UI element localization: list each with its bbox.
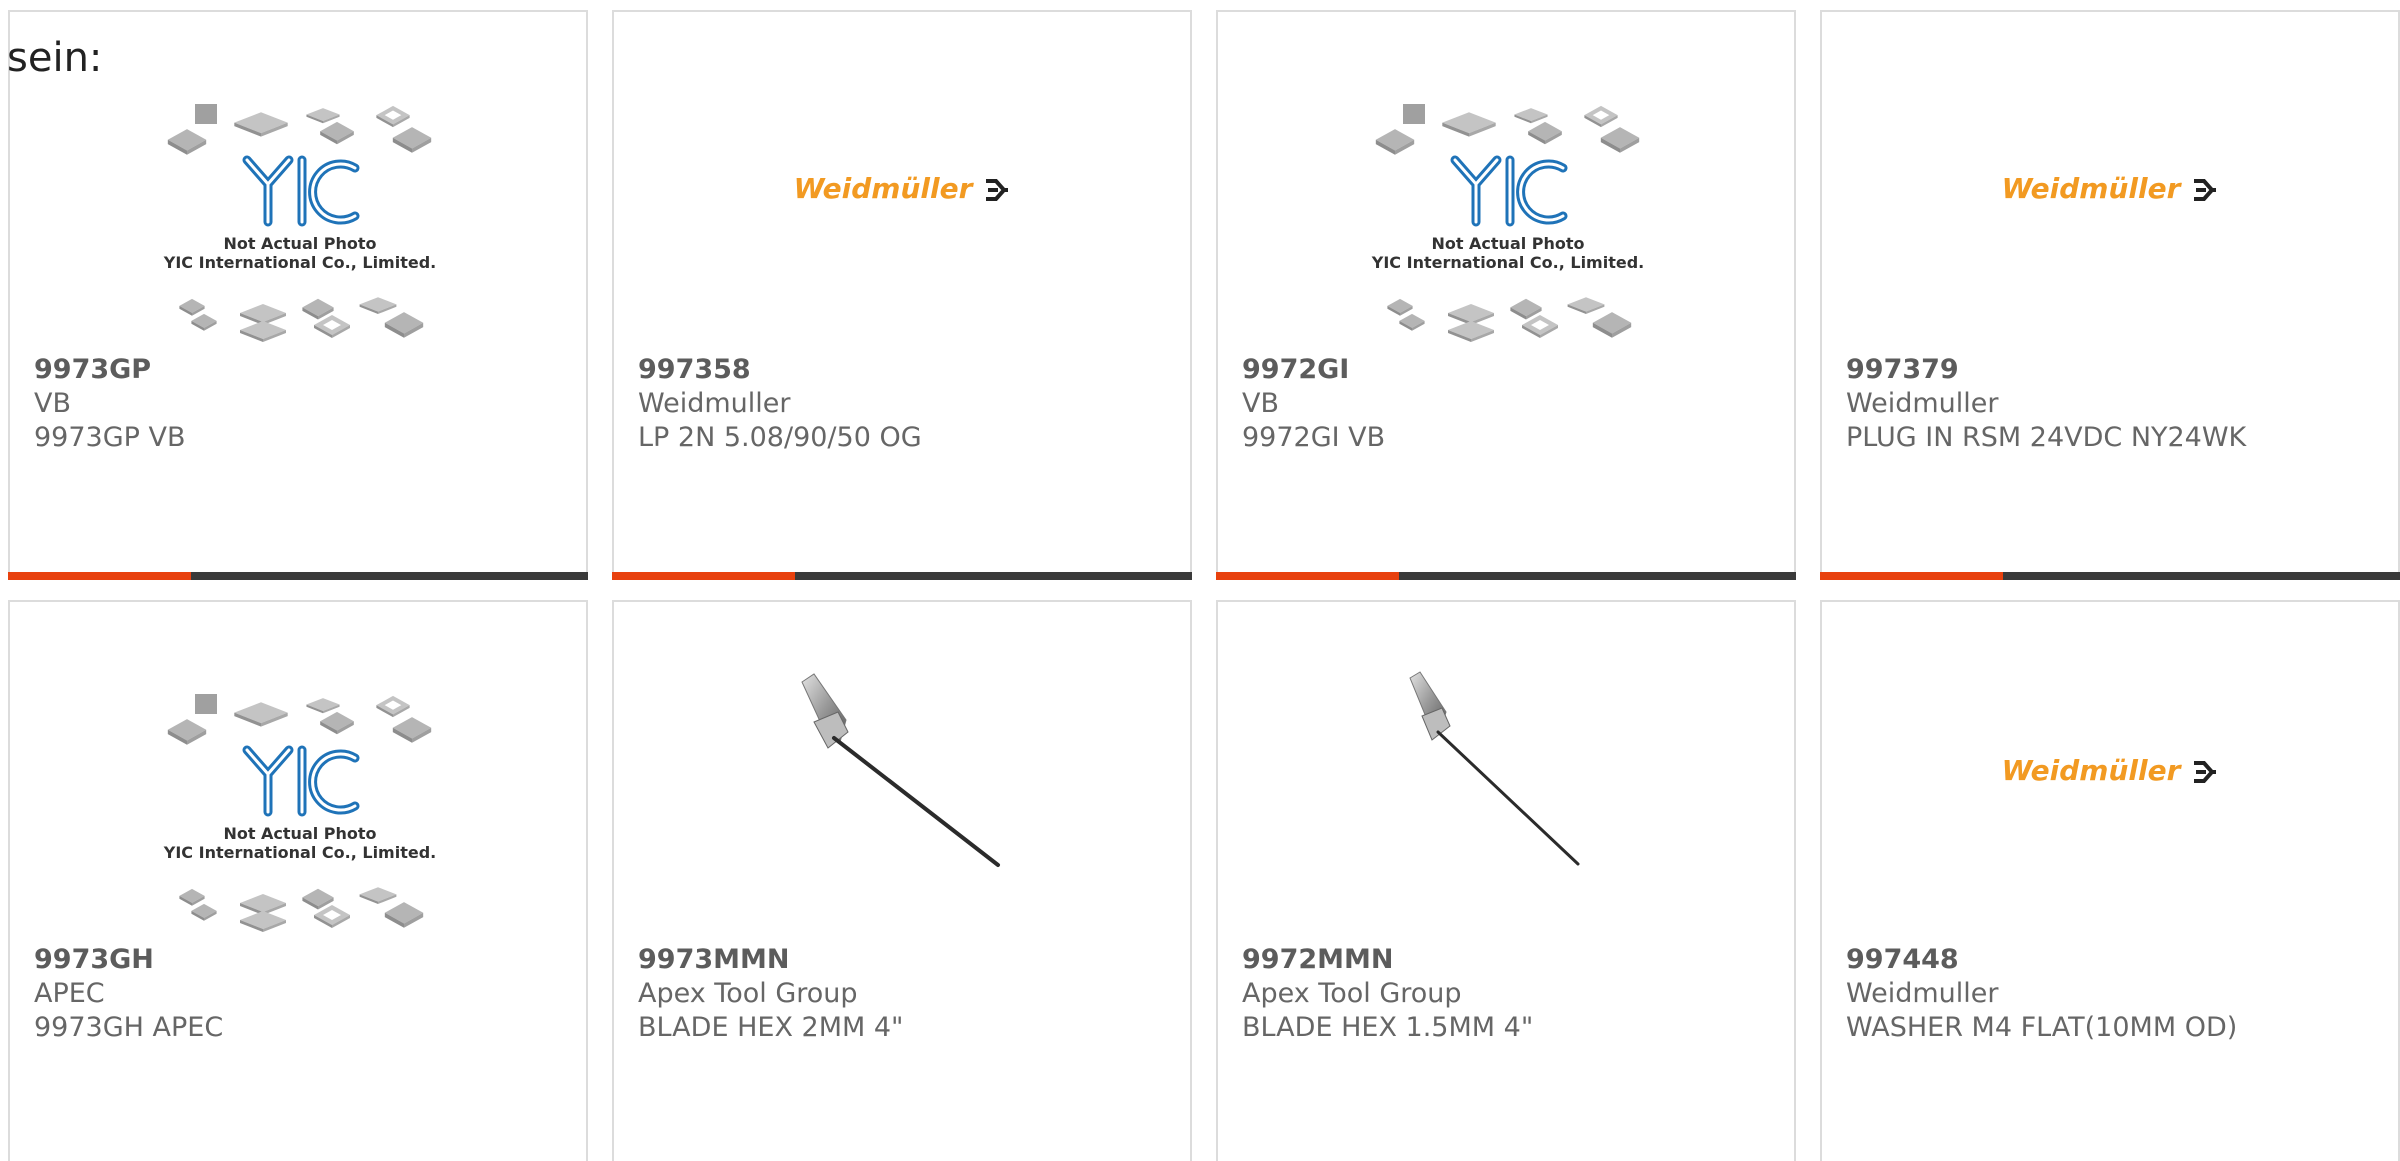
product-image-hex-blade: [614, 602, 1190, 947]
product-info: 9973MMN Apex Tool Group BLADE HEX 2MM 4": [638, 943, 1180, 1045]
lead-text: sein:: [7, 35, 103, 81]
weidmuller-logo-icon: Weidmüller: [614, 172, 1190, 205]
part-number[interactable]: 9973MMN: [638, 943, 1180, 977]
product-image-yic: Not Actual Photo YIC International Co., …: [10, 602, 586, 947]
svg-text:Not Actual Photo: Not Actual Photo: [223, 234, 376, 253]
svg-text:YIC International Co., Limited: YIC International Co., Limited.: [1371, 253, 1644, 272]
description: PLUG IN RSM 24VDC NY24WK: [1846, 422, 2247, 453]
part-number[interactable]: 9972MMN: [1242, 943, 1784, 977]
svg-text:Not Actual Photo: Not Actual Photo: [1431, 234, 1584, 253]
description: BLADE HEX 2MM 4": [638, 1012, 904, 1043]
card-accent-bar: [612, 572, 1192, 580]
weidmuller-logo-icon: Weidmüller: [1822, 754, 2398, 787]
card-accent-bar: [1820, 572, 2400, 580]
part-number[interactable]: 9972GI: [1242, 353, 1784, 387]
product-info: 997379 Weidmuller PLUG IN RSM 24VDC NY24…: [1846, 353, 2388, 455]
product-image-weidmuller: Weidmüller: [1822, 12, 2398, 357]
product-card[interactable]: 9973MMN Apex Tool Group BLADE HEX 2MM 4": [612, 600, 1192, 1161]
brand: APEC: [34, 978, 105, 1009]
svg-text:Not Actual Photo: Not Actual Photo: [223, 824, 376, 843]
part-number[interactable]: 997358: [638, 353, 1180, 387]
product-info: 997448 Weidmuller WASHER M4 FLAT(10MM OD…: [1846, 943, 2388, 1045]
svg-text:YIC International Co., Limited: YIC International Co., Limited.: [163, 843, 436, 862]
part-number[interactable]: 9973GH: [34, 943, 576, 977]
product-info: 9973GH APEC 9973GH APEC: [34, 943, 576, 1045]
part-number[interactable]: 997379: [1846, 353, 2388, 387]
product-card[interactable]: Not Actual Photo YIC International Co., …: [8, 10, 588, 580]
product-info: 9972GI VB 9972GI VB: [1242, 353, 1784, 455]
weidmuller-logo-icon: Weidmüller: [1822, 172, 2398, 205]
description: 9973GH APEC: [34, 1012, 224, 1043]
product-info: 9973GP VB 9973GP VB: [34, 353, 576, 455]
product-image-weidmuller: Weidmüller: [1822, 602, 2398, 947]
product-card[interactable]: Not Actual Photo YIC International Co., …: [8, 600, 588, 1161]
brand: VB: [34, 388, 71, 419]
product-info: 997358 Weidmuller LP 2N 5.08/90/50 OG: [638, 353, 1180, 455]
brand: Weidmuller: [1846, 978, 1999, 1009]
yic-placeholder-icon: Not Actual Photo YIC International Co., …: [163, 694, 436, 932]
card-accent-bar: [1216, 572, 1796, 580]
description: 9973GP VB: [34, 422, 186, 453]
description: WASHER M4 FLAT(10MM OD): [1846, 1012, 2238, 1043]
description: LP 2N 5.08/90/50 OG: [638, 422, 922, 453]
description: BLADE HEX 1.5MM 4": [1242, 1012, 1534, 1043]
product-card[interactable]: Not Actual Photo YIC International Co., …: [1216, 10, 1796, 580]
brand: VB: [1242, 388, 1279, 419]
brand: Weidmuller: [638, 388, 791, 419]
product-card[interactable]: 9972MMN Apex Tool Group BLADE HEX 1.5MM …: [1216, 600, 1796, 1161]
card-accent-bar: [8, 572, 588, 580]
product-card[interactable]: Weidmüller 997358 Weidmuller LP 2N 5.08/…: [612, 10, 1192, 580]
product-info: 9972MMN Apex Tool Group BLADE HEX 1.5MM …: [1242, 943, 1784, 1045]
product-grid-page: sein: Not Actual Photo YIC International…: [0, 0, 2400, 1161]
brand: Apex Tool Group: [1242, 978, 1462, 1009]
product-image-weidmuller: Weidmüller: [614, 12, 1190, 357]
product-card[interactable]: Weidmüller 997379 Weidmuller PLUG IN RSM…: [1820, 10, 2400, 580]
hex-blade-icon: [801, 673, 1000, 867]
product-image-hex-blade: [1218, 602, 1794, 947]
brand: Weidmuller: [1846, 388, 1999, 419]
brand: Apex Tool Group: [638, 978, 858, 1009]
product-image-yic: Not Actual Photo YIC International Co., …: [1218, 12, 1794, 357]
part-number[interactable]: 9973GP: [34, 353, 576, 387]
product-card[interactable]: Weidmüller 997448 Weidmuller WASHER M4 F…: [1820, 600, 2400, 1161]
part-number[interactable]: 997448: [1846, 943, 2388, 977]
description: 9972GI VB: [1242, 422, 1386, 453]
svg-text:YIC International Co., Limited: YIC International Co., Limited.: [163, 253, 436, 272]
yic-placeholder-icon: Not Actual Photo YIC International Co., …: [1371, 104, 1644, 342]
hex-blade-icon: [1409, 671, 1580, 866]
